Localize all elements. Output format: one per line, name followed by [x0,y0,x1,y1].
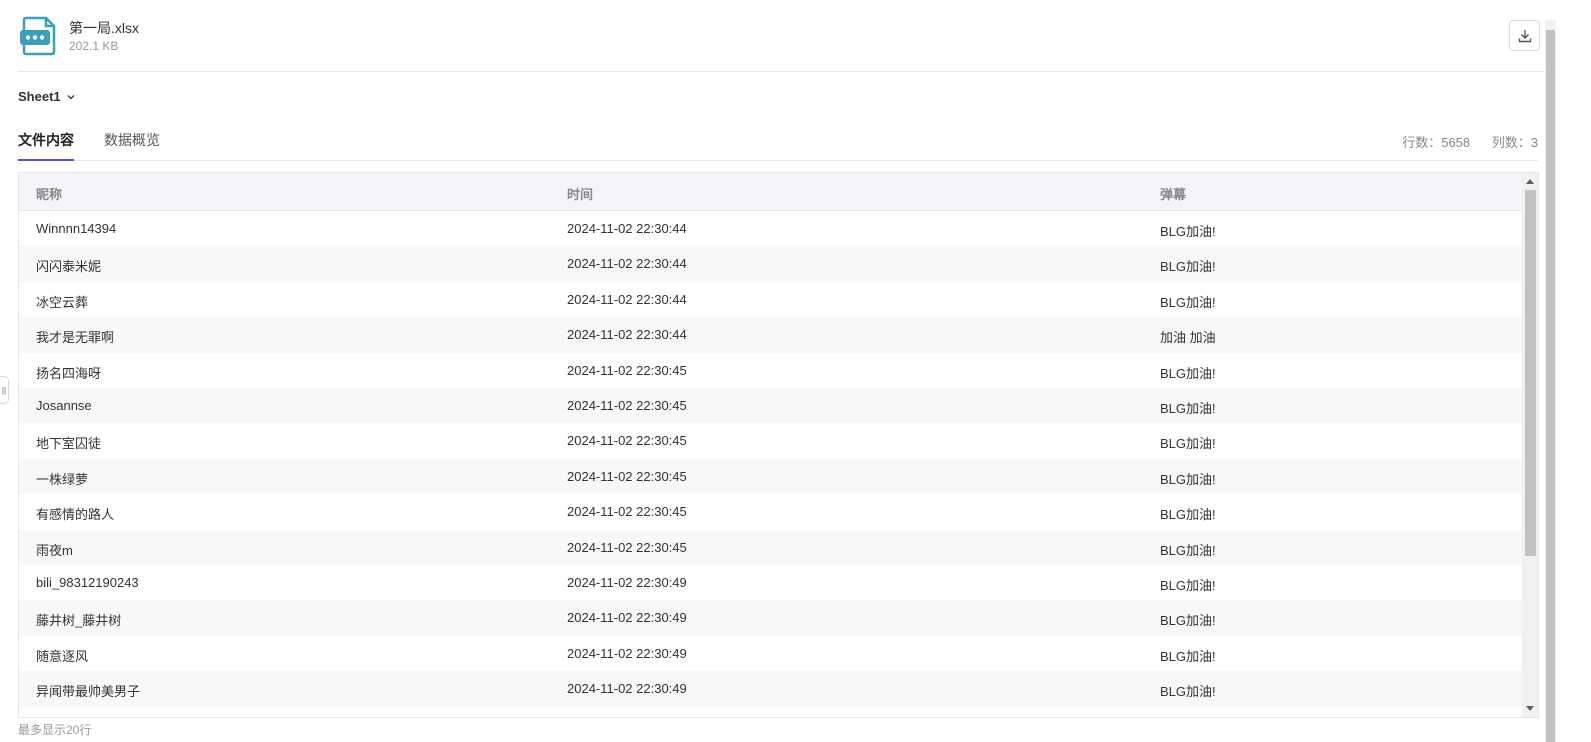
cell-nickname: Josannse [36,398,92,413]
cell-danmaku: BLG加油! [1160,578,1216,593]
table-row: 地下室囚徒 2024-11-02 22:30:45 BLG加油! [19,423,1522,458]
cell-nickname: 我才是无罪啊 [36,330,115,346]
cell-time: 2024-11-02 22:30:45 [567,504,687,520]
table-scrollbar[interactable] [1522,173,1538,717]
cell-nickname: bili_98312190243 [36,575,139,590]
cell-danmaku: BLG加油! [1160,684,1216,700]
download-button[interactable] [1509,20,1540,51]
cell-nickname: Winnnn14394 [36,221,117,236]
file-name: 第一局.xlsx [69,20,139,36]
cell-danmaku: BLG加油! [1160,436,1216,452]
cell-nickname: 地下室囚徒 [36,436,102,452]
cell-time: 2024-11-02 22:30:45 [567,539,687,555]
cell-time: 2024-11-02 22:30:45 [567,362,687,378]
cell-danmaku: BLG加油! [1160,471,1216,487]
spreadsheet-file-icon [20,16,56,56]
table-row: 有感情的路人 2024-11-02 22:30:45 BLG加油! [19,494,1522,529]
cell-time: 2024-11-02 22:30:49 [567,681,687,697]
cell-time: 2024-11-02 22:30:44 [567,221,687,236]
data-table: 昵称 时间 弹幕 Winnnn14394 2024-11-02 22:30:44 B… [18,172,1539,718]
table-row: 雨夜m 2024-11-02 22:30:45 BLG加油! [19,529,1522,565]
table-row: 藤井树_藤井树 2024-11-02 22:30:49 BLG加油! [19,600,1522,636]
cell-nickname: 随意逐风 [36,648,89,664]
column-header-danmaku: 弹幕 [1160,187,1187,202]
cell-nickname: 异闻带最帅美男子 [36,684,141,700]
cell-time: 2024-11-02 22:30:49 [567,575,687,590]
table-row: 冰空云葬 2024-11-02 22:30:44 BLG加油! [19,282,1522,317]
column-header-time: 时间 [567,187,594,202]
tab-file-content[interactable]: 文件内容 [18,130,74,161]
file-size: 202.1 KB [69,39,119,53]
scroll-down-arrow-icon[interactable] [1526,706,1534,711]
file-header: 第一局.xlsx 202.1 KB [18,14,1553,72]
table-row: 闪闪泰米妮 2024-11-02 22:30:44 BLG加油! [19,246,1522,282]
row-limit-note: 最多显示20行 [18,719,91,742]
page-scrollbar[interactable] [1545,20,1556,742]
cell-time: 2024-11-02 22:30:45 [567,433,687,449]
row-count: 行数：5658 [1402,135,1471,150]
table-row: 异闻带最帅美男子 2024-11-02 22:30:49 BLG加油! [19,671,1522,707]
download-icon [1518,29,1531,42]
column-count: 列数：3 [1491,135,1538,150]
cell-danmaku: BLG加油! [1160,613,1216,629]
cell-nickname: 藤井树_藤井树 [36,613,122,629]
table-row: 我才是无罪啊 2024-11-02 22:30:44 加油 加油 [19,317,1522,353]
content-tabs: 文件内容 数据概览 行数：5658 列数：3 [18,124,1538,161]
cell-time: 2024-11-02 22:30:44 [567,291,687,307]
cell-danmaku: BLG加油! [1160,401,1216,416]
table-row: 扬名四海呀 2024-11-02 22:30:45 BLG加油! [19,353,1522,388]
collapse-bars-icon: || [1,385,7,395]
cell-danmaku: BLG加油! [1160,507,1216,523]
cell-danmaku: BLG加油! [1160,224,1216,239]
table-scrollbar-thumb[interactable] [1525,190,1536,556]
column-header-nickname: 昵称 [36,187,63,202]
cell-danmaku: BLG加油! [1160,648,1216,664]
cell-nickname: 闪闪泰米妮 [36,259,102,275]
cell-danmaku: BLG加油! [1160,294,1216,310]
cell-nickname: 冰空云葬 [36,294,89,310]
row-limit-note-text: 最多显示20行 [18,723,92,737]
cell-time: 2024-11-02 22:30:45 [567,398,687,413]
table-row: 随意逐风 2024-11-02 22:30:49 BLG加油! [19,636,1522,671]
table-header: 昵称 时间 弹幕 [19,173,1522,211]
cell-time: 2024-11-02 22:30:44 [567,327,687,343]
table-row: bili_98312190243 2024-11-02 22:30:49 BLG加油… [19,565,1522,600]
table-stats: 行数：5658 列数：3 [1384,132,1538,151]
page-scrollbar-thumb[interactable] [1546,30,1555,742]
cell-nickname: 有感情的路人 [36,507,115,523]
cell-danmaku: BLG加油! [1160,259,1216,275]
cell-time: 2024-11-02 22:30:44 [567,256,687,272]
cell-time: 2024-11-02 22:30:49 [567,645,687,661]
sheet-selector-label: Sheet1 [18,89,61,104]
cell-danmaku: BLG加油! [1160,542,1216,558]
cell-time: 2024-11-02 22:30:45 [567,468,687,484]
cell-nickname: 一株绿萝 [36,471,89,487]
cell-nickname: 扬名四海呀 [36,365,102,381]
cell-nickname: 雨夜m [36,542,73,558]
table-row: Winnnn14394 2024-11-02 22:30:44 BLG加油! [19,211,1522,246]
cell-time: 2024-11-02 22:30:49 [567,610,687,626]
table-row: 一株绿萝 2024-11-02 22:30:45 BLG加油! [19,458,1522,495]
cell-danmaku: 加油 加油 [1160,330,1216,346]
cell-danmaku: BLG加油! [1160,365,1216,381]
sheet-selector[interactable]: Sheet1 [18,89,76,104]
sidebar-collapse-handle[interactable]: || [0,376,9,404]
scroll-up-arrow-icon[interactable] [1526,179,1534,184]
tab-data-overview[interactable]: 数据概览 [104,130,160,160]
chevron-down-icon [67,94,75,99]
table-row: Josannse 2024-11-02 22:30:45 BLG加油! [19,388,1522,424]
